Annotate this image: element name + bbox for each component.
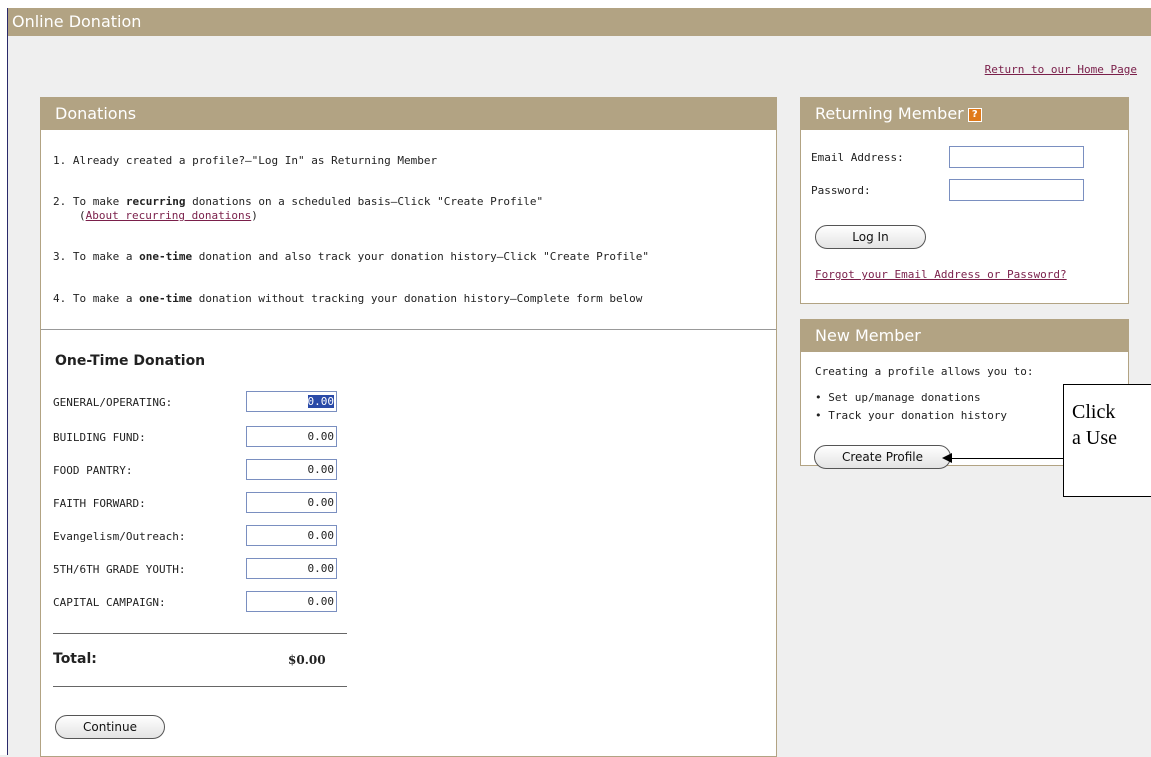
fund-label-faith-forward: FAITH FORWARD: [53,497,146,510]
fund-input-faith-forward[interactable]: 0.00 [246,492,337,513]
password-field[interactable] [949,179,1084,201]
fund-input-food-pantry[interactable]: 0.00 [246,459,337,480]
left-border-line [7,8,8,755]
step-number: 3. [53,250,67,263]
benefit-item-1: • Set up/manage donations [815,391,981,404]
step-text: donations on a scheduled basis—Click "Cr… [185,195,544,208]
benefit-text: Track your donation history [828,409,1008,422]
help-icon[interactable]: ? [967,108,982,122]
one-time-donation-title: One-Time Donation [55,353,206,369]
continue-button[interactable]: Continue [55,715,165,739]
new-member-title: New Member [801,320,1128,352]
about-recurring-donations-link[interactable]: About recurring donations [86,209,252,222]
page-title: Online Donation [12,12,142,31]
fund-input-building[interactable]: 0.00 [246,426,337,447]
fund-input-general[interactable]: 0.00 [246,391,337,412]
new-member-intro: Creating a profile allows you to: [815,365,1034,378]
fund-label-food-pantry: FOOD PANTRY: [53,464,133,477]
step-bold: one-time [139,250,193,263]
log-in-button[interactable]: Log In [815,225,926,249]
fund-label-building: BUILDING FUND: [53,431,146,444]
returning-member-title-text: Returning Member [815,104,964,123]
step-text: donation and also track your donation hi… [192,250,650,263]
callout-arrow-line [950,458,1063,459]
donations-panel-title: Donations [41,98,776,130]
total-value: $0.00 [288,653,326,667]
fund-label-general: GENERAL/OPERATING: [53,396,173,409]
step-3: 3. To make a one-time donation and also … [53,250,649,263]
step-2: 2. To make recurring donations on a sche… [53,195,543,208]
bullet-icon: • [815,391,822,404]
section-divider [41,329,776,330]
email-field[interactable] [949,146,1084,168]
fund-input-capital[interactable]: 0.00 [246,591,337,612]
email-label: Email Address: [811,151,904,164]
step-text: To make a [72,292,140,305]
benefit-text: Set up/manage donations [828,391,981,404]
step-text: To make [72,195,126,208]
fund-input-youth[interactable]: 0.00 [246,558,337,579]
return-home-link[interactable]: Return to our Home Page [985,63,1137,76]
benefit-item-2: • Track your donation history [815,409,1007,422]
top-strip [0,0,1151,8]
paren-open: ( [79,209,86,222]
total-label: Total: [53,651,97,667]
step-4: 4. To make a one-time donation without t… [53,292,642,305]
create-profile-button[interactable]: Create Profile [814,445,951,469]
returning-member-title: Returning Member? [801,98,1128,130]
total-top-rule [53,633,347,634]
total-bottom-rule [53,686,347,687]
forgot-credentials-link[interactable]: Forgot your Email Address or Password? [815,268,1067,281]
step-number: 1. [53,154,67,167]
donations-panel: Donations 1. Already created a profile?—… [40,97,777,757]
fund-label-evangelism: Evangelism/Outreach: [53,530,186,543]
callout-line-1: Click [1072,401,1116,423]
fund-label-capital: CAPITAL CAMPAIGN: [53,596,166,609]
step-text: To make a [72,250,140,263]
callout-arrow-icon [942,453,952,463]
step-bold: one-time [139,292,193,305]
fund-input-evangelism[interactable]: 0.00 [246,525,337,546]
fund-value-general: 0.00 [307,395,334,408]
step-text: Already created a profile?—"Log In" as R… [72,154,438,167]
fund-label-youth: 5TH/6TH GRADE YOUTH: [53,563,186,576]
password-label: Password: [811,184,871,197]
recurring-link-line: (About recurring donations) [79,209,258,222]
paren-close: ) [251,209,258,222]
annotation-callout: Click a Use [1063,384,1151,497]
page-header: Online Donation [8,8,1151,36]
returning-member-panel: Returning Member? Email Address: Passwor… [800,97,1129,304]
step-text: donation without tracking your donation … [192,292,643,305]
bullet-icon: • [815,409,822,422]
callout-line-2: a Use [1072,427,1117,449]
step-1: 1. Already created a profile?—"Log In" a… [53,154,437,167]
step-bold: recurring [125,195,186,208]
step-number: 2. [53,195,67,208]
step-number: 4. [53,292,67,305]
